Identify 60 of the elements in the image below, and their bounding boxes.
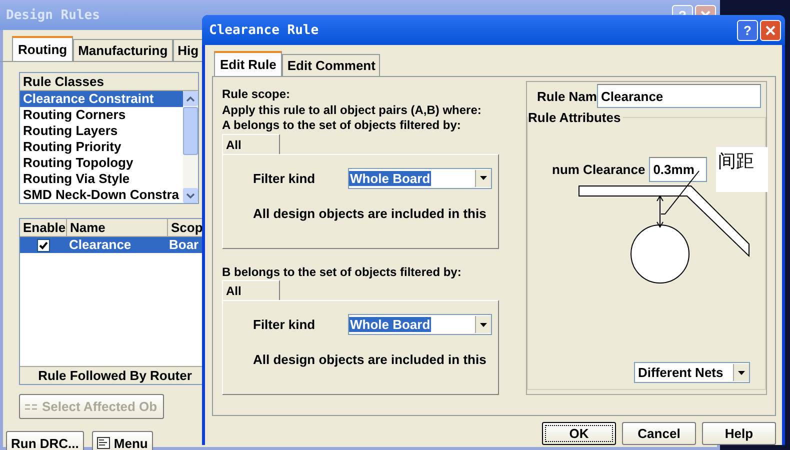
chevron-up-icon bbox=[186, 96, 195, 102]
rule-name-label: Rule Nam bbox=[537, 88, 597, 104]
tab[interactable]: Edit Rule bbox=[214, 51, 282, 76]
tab[interactable]: Hig bbox=[172, 39, 202, 61]
list-item[interactable]: Routing Priority bbox=[20, 139, 183, 155]
list-item[interactable]: Routing Via Style bbox=[20, 171, 183, 187]
table-row[interactable]: Clearance Boar bbox=[20, 237, 202, 253]
filter-heading: B belongs to the set of objects filtered by: bbox=[222, 264, 462, 280]
tab[interactable]: Edit Comment bbox=[282, 54, 380, 76]
annotation-label: 间距 bbox=[716, 147, 768, 192]
table-cell: Boar bbox=[169, 237, 199, 252]
filter-description: All design objects are included in this bbox=[253, 352, 488, 367]
column-header: Rule Classes bbox=[20, 73, 198, 91]
minimum-clearance-label: num Clearance bbox=[552, 162, 646, 177]
table-footer: Rule Followed By Router bbox=[20, 366, 202, 384]
rule-name-field[interactable]: Clearance bbox=[597, 84, 761, 108]
dialog-button[interactable]: Cancel bbox=[622, 422, 696, 445]
scroll-thumb[interactable] bbox=[183, 107, 198, 155]
table-cell: Clearance bbox=[69, 237, 132, 252]
net-scope-dropdown[interactable]: Different Nets bbox=[634, 362, 750, 383]
close-button[interactable] bbox=[760, 20, 781, 40]
list-item[interactable]: Clearance Constraint bbox=[20, 91, 183, 107]
filter-kind-dropdown[interactable]: Whole Board bbox=[348, 314, 492, 335]
tab[interactable]: All bbox=[222, 280, 280, 300]
dropdown-arrow-icon[interactable] bbox=[738, 370, 745, 374]
dialog-button[interactable]: OK bbox=[542, 422, 616, 445]
dialog-title: Clearance Rule bbox=[209, 22, 319, 38]
filter-description: All design objects are included in this bbox=[253, 206, 488, 220]
menu-button[interactable]: Menu bbox=[92, 431, 153, 450]
distance-value-field[interactable]: 0.3mm bbox=[649, 157, 708, 182]
column-header[interactable]: Enable bbox=[20, 219, 67, 236]
close-icon bbox=[765, 24, 776, 36]
dropdown-arrow-icon[interactable] bbox=[480, 322, 487, 326]
scroll-down-button[interactable] bbox=[183, 188, 198, 203]
run-drc-button[interactable]: Run DRC... bbox=[6, 431, 84, 450]
list-item[interactable]: Routing Layers bbox=[20, 123, 183, 139]
filter-kind-label: Filter kind bbox=[253, 170, 316, 186]
tab[interactable]: All bbox=[222, 134, 280, 154]
scrollbar[interactable] bbox=[183, 91, 198, 203]
scope-heading: Rule scope: bbox=[222, 87, 292, 102]
tab[interactable]: Routing bbox=[12, 36, 74, 61]
scope-description: Apply this rule to all object pairs (A,B) where: bbox=[222, 102, 482, 118]
list-item[interactable]: Routing Topology bbox=[20, 155, 183, 171]
help-button[interactable]: ? bbox=[737, 20, 758, 40]
tab[interactable]: Manufacturing bbox=[73, 39, 173, 61]
filter-kind-label: Filter kind bbox=[253, 317, 316, 332]
group-title: Rule Attributes bbox=[528, 110, 622, 125]
list-item[interactable]: SMD Neck-Down Constra bbox=[20, 187, 183, 203]
list-item[interactable]: Routing Corners bbox=[20, 107, 183, 123]
dropdown-arrow-icon[interactable] bbox=[480, 176, 487, 180]
dashes-icon bbox=[24, 402, 38, 412]
checkbox[interactable] bbox=[36, 238, 50, 252]
filter-heading: A belongs to the set of objects filtered by: bbox=[222, 118, 462, 134]
scroll-up-button[interactable] bbox=[183, 91, 198, 106]
column-header[interactable]: Name bbox=[67, 219, 168, 236]
dialog-button[interactable]: Help bbox=[702, 422, 776, 445]
filter-kind-dropdown[interactable]: Whole Board bbox=[348, 168, 492, 188]
chevron-down-icon bbox=[186, 192, 195, 198]
menu-icon bbox=[96, 437, 110, 449]
window-title: Design Rules bbox=[6, 8, 100, 22]
